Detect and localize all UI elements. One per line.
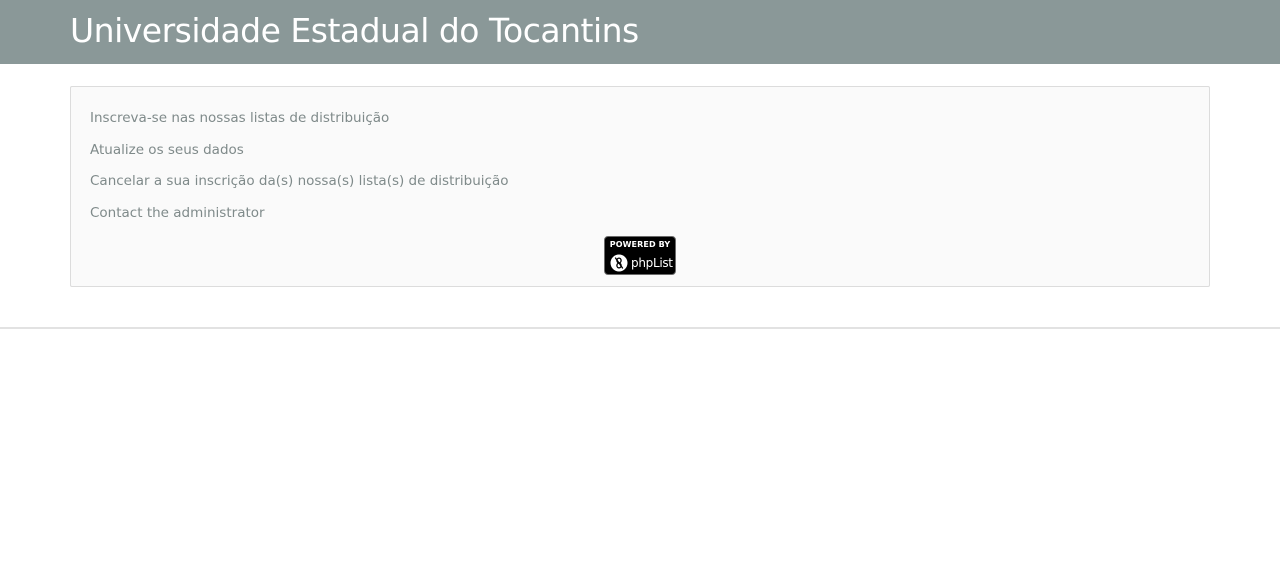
main-panel: Inscreva-se nas nossas listas de distrib… [70, 86, 1210, 287]
list-item: Contact the administrator [90, 202, 509, 234]
badge-powered-by-text: POWERED BY [609, 240, 671, 249]
list-item: Inscreva-se nas nossas listas de distrib… [90, 107, 509, 139]
powered-by-phplist-badge[interactable]: POWERED BY phpList [604, 236, 676, 275]
update-data-link[interactable]: Atualize os seus dados [90, 142, 244, 158]
site-header: Universidade Estadual do Tocantins [0, 0, 1280, 64]
badge-phplist-text: phpList [631, 256, 673, 270]
list-item: Atualize os seus dados [90, 139, 509, 171]
page-title: Universidade Estadual do Tocantins [70, 11, 639, 50]
link-list: Inscreva-se nas nossas listas de distrib… [90, 107, 509, 233]
phplist-logo-icon [610, 254, 628, 272]
list-item: Cancelar a sua inscrição da(s) nossa(s) … [90, 170, 509, 202]
unsubscribe-link[interactable]: Cancelar a sua inscrição da(s) nossa(s) … [90, 173, 509, 189]
footer-divider [0, 327, 1280, 329]
subscribe-link[interactable]: Inscreva-se nas nossas listas de distrib… [90, 110, 389, 126]
contact-admin-link[interactable]: Contact the administrator [90, 205, 265, 221]
